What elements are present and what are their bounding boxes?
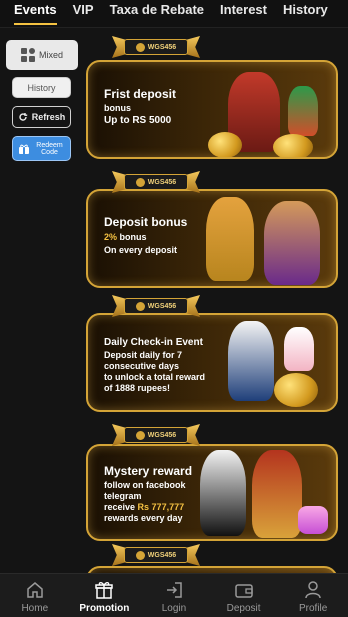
- crown-icon: [135, 301, 145, 311]
- receive-word: receive: [104, 502, 136, 512]
- mixed-label: Mixed: [38, 50, 63, 60]
- panda-illustration: [200, 450, 246, 536]
- brand-name: WGS456: [147, 178, 177, 186]
- tiger-illustration: [206, 197, 254, 281]
- crown-icon: [135, 430, 145, 440]
- banner-daily-checkin[interactable]: Daily Check-in Event Deposit daily for 7…: [86, 291, 338, 413]
- banner-card: Mystery reward follow on facebook telegr…: [86, 444, 338, 541]
- coin-pot-icon: [274, 373, 318, 407]
- banner-card: Daily Check-in Event Deposit daily for 7…: [86, 313, 338, 412]
- mascot-illustration: [264, 201, 320, 285]
- reward-amount: Rs 777,777: [137, 502, 185, 512]
- bonus-percent: 2%: [104, 232, 118, 242]
- heart-gift-icon: [298, 506, 328, 534]
- refresh-label: Refresh: [31, 112, 66, 122]
- banner-line: telegram: [104, 491, 142, 501]
- grid-icon: [20, 48, 35, 62]
- nav-login[interactable]: Login: [139, 573, 209, 617]
- brand-emblem: WGS456: [112, 424, 200, 446]
- gift-icon: [95, 582, 114, 599]
- login-icon: [166, 582, 182, 598]
- wallet-icon: [234, 584, 253, 598]
- nav-label: Profile: [298, 603, 328, 614]
- banner-line: rewards every day: [104, 513, 183, 523]
- tab-vip[interactable]: VIP: [65, 0, 102, 28]
- nav-label: Login: [161, 603, 187, 614]
- nav-profile[interactable]: Profile: [278, 573, 348, 617]
- rabbit-illustration: [228, 321, 274, 401]
- tab-events[interactable]: Events: [0, 0, 65, 28]
- banner-line: follow on facebook: [104, 480, 186, 490]
- bull-illustration: [252, 450, 302, 538]
- banner-title: Daily Check-in Event: [104, 337, 203, 348]
- crown-icon: [135, 177, 145, 187]
- refresh-icon: [19, 113, 27, 121]
- banner-title: Mystery reward: [104, 464, 193, 478]
- redeem-code-button[interactable]: Redeem Code: [12, 136, 71, 161]
- coin-pile-icon: [273, 134, 313, 157]
- banner-line: On every deposit: [104, 245, 178, 255]
- tab-interest[interactable]: Interest: [212, 0, 275, 28]
- brand-emblem: WGS456: [112, 295, 200, 317]
- nav-home[interactable]: Home: [0, 573, 70, 617]
- banner-line: bonus: [104, 103, 131, 113]
- tab-rebate[interactable]: Taxa de Rebate: [102, 0, 212, 28]
- banner-line: 2% bonus: [104, 232, 147, 243]
- brand-name: WGS456: [147, 43, 177, 51]
- banner-title: Deposit bonus: [104, 215, 188, 229]
- banner-line: receive Rs 777,777: [104, 502, 184, 513]
- banner-title: Frist deposit: [104, 87, 177, 101]
- refresh-button[interactable]: Refresh: [12, 106, 71, 128]
- banner-partial[interactable]: WGS456: [86, 544, 338, 596]
- top-tab-bar: Events VIP Taxa de Rebate Interest Histo…: [0, 0, 348, 28]
- bottom-nav: Home Promotion Login Deposit Profile: [0, 573, 348, 617]
- bunny-illustration: [284, 327, 314, 371]
- banner-card: Deposit bonus 2% bonus On every deposit: [86, 189, 338, 288]
- nav-deposit[interactable]: Deposit: [209, 573, 279, 617]
- nav-label: Home: [21, 603, 49, 614]
- home-icon: [27, 582, 43, 598]
- brand-name: WGS456: [147, 431, 177, 439]
- tab-history[interactable]: History: [275, 0, 336, 28]
- nav-label: Deposit: [226, 603, 261, 614]
- brand-emblem: WGS456: [112, 544, 200, 566]
- bonus-word: bonus: [119, 232, 147, 242]
- brand-name: WGS456: [147, 551, 177, 559]
- brand-emblem: WGS456: [112, 171, 200, 193]
- crown-icon: [135, 42, 145, 52]
- coin-pile-icon: [208, 132, 242, 157]
- brand-emblem: WGS456: [112, 36, 200, 58]
- gift-ticket-icon: [18, 144, 29, 154]
- banner-line: to unlock a total reward: [104, 372, 206, 382]
- banner-first-deposit[interactable]: Frist deposit bonus Up to RS 5000 WGS456: [86, 36, 338, 160]
- banner-card: Frist deposit bonus Up to RS 5000: [86, 60, 338, 159]
- history-label: History: [27, 82, 56, 93]
- banner-deposit-bonus[interactable]: Deposit bonus 2% bonus On every deposit …: [86, 163, 338, 289]
- banner-line: Deposit daily for 7: [104, 350, 183, 360]
- nav-promotion[interactable]: Promotion: [70, 573, 140, 617]
- banner-line: of 1888 rupees!: [104, 383, 171, 393]
- crown-icon: [135, 550, 145, 560]
- history-button[interactable]: History: [12, 77, 71, 98]
- mixed-button[interactable]: Mixed: [6, 40, 78, 70]
- parrot-illustration: [288, 86, 318, 136]
- user-icon: [305, 581, 321, 599]
- redeem-label: Redeem Code: [36, 141, 63, 156]
- banner-line: consecutive days: [104, 361, 180, 371]
- brand-name: WGS456: [147, 302, 177, 310]
- banner-mystery-reward[interactable]: Mystery reward follow on facebook telegr…: [86, 418, 338, 542]
- nav-label: Promotion: [79, 603, 130, 614]
- banner-line: Up to RS 5000: [104, 115, 172, 126]
